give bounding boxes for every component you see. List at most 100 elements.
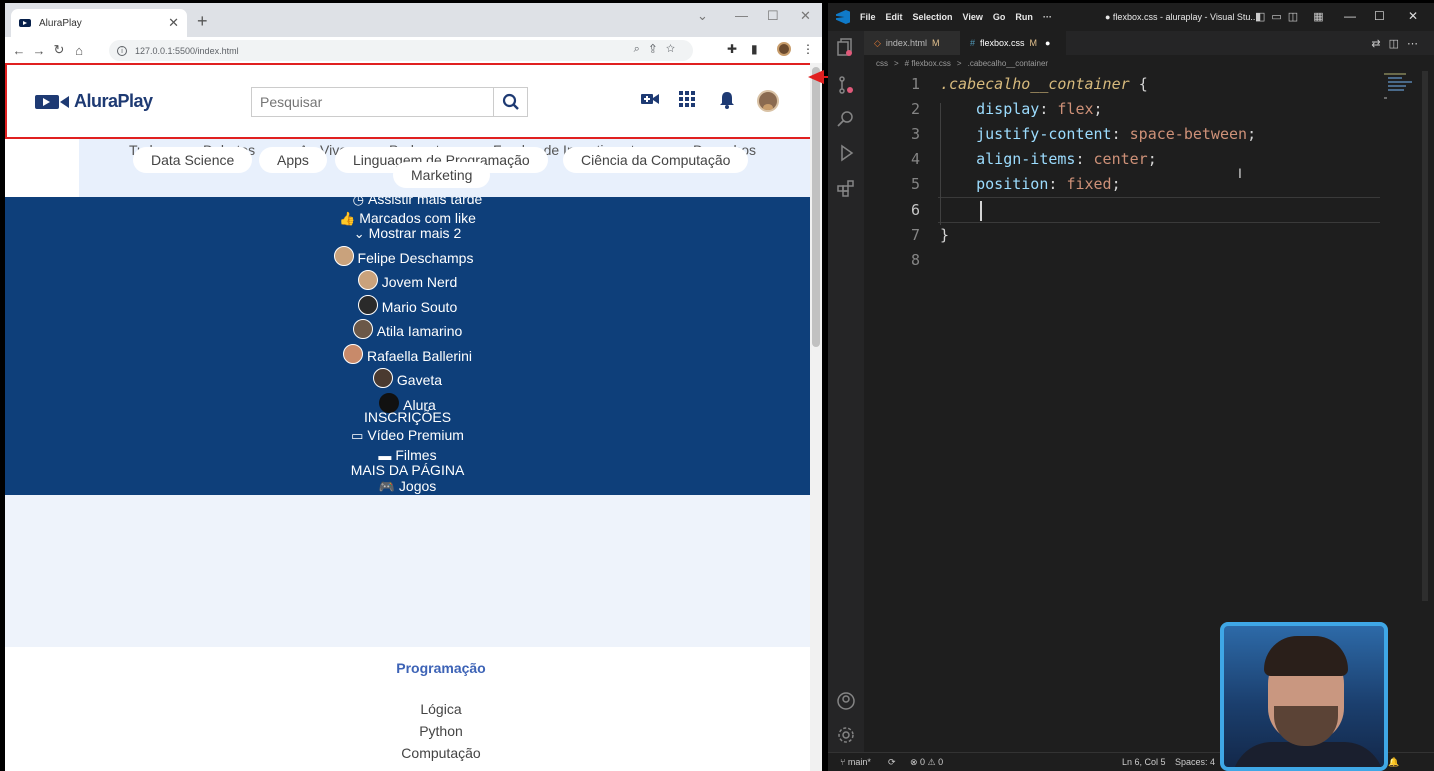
page-scrollbar[interactable]	[810, 63, 822, 771]
editor-scrollbar[interactable]	[1420, 71, 1434, 752]
category-chip[interactable]: Apps	[259, 147, 327, 173]
source-control-icon[interactable]	[836, 75, 856, 95]
sidebar-item-label: Vídeo Premium	[367, 427, 464, 443]
branch-indicator[interactable]: ⑂ main*	[840, 757, 871, 767]
vscode-maximize-icon[interactable]: ☐	[1374, 9, 1385, 23]
home-icon[interactable]: ⌂	[69, 43, 89, 58]
menu-file[interactable]: File	[860, 12, 876, 22]
sidebar-item-label: Jogos	[398, 478, 437, 494]
address-bar-icons[interactable]: ⌕⇪☆	[634, 43, 685, 56]
footer-link[interactable]: Lógica	[5, 701, 810, 717]
footer-link[interactable]: Computação	[5, 745, 810, 761]
reload-icon[interactable]: ↻	[49, 42, 69, 58]
address-bar[interactable]: i 127.0.0.1:5500/index.html ⌕⇪☆	[109, 40, 693, 61]
maximize-icon[interactable]: ☐	[767, 8, 779, 24]
close-window-icon[interactable]: ✕	[800, 8, 811, 24]
breadcrumb-item[interactable]: # flexbox.css	[905, 59, 951, 68]
tab-index-html[interactable]: ◇ index.html M	[864, 31, 960, 55]
scrollbar-thumb[interactable]	[812, 67, 820, 347]
channel-avatar	[333, 246, 354, 266]
new-tab-button[interactable]: +	[197, 11, 208, 32]
browser-tab-title: AluraPlay	[39, 17, 82, 29]
apps-grid-icon[interactable]	[679, 91, 695, 107]
footer-link[interactable]: Python	[5, 723, 810, 739]
accounts-icon[interactable]	[836, 691, 856, 711]
indentation[interactable]: Spaces: 4	[1175, 757, 1215, 767]
tab-search-chevron-icon[interactable]: ⌄	[697, 8, 708, 24]
run-debug-icon[interactable]	[836, 143, 856, 163]
minimize-icon[interactable]: —	[735, 8, 748, 23]
minimap[interactable]	[1380, 71, 1420, 131]
site-header: AluraPlay	[5, 63, 810, 139]
tab-modified-badge: M	[1029, 38, 1038, 48]
sync-icon[interactable]: ⟳	[888, 757, 896, 768]
code-line: display: flex;	[976, 100, 1103, 118]
sidebar-item-subscription[interactable]: Felipe Deschamps	[5, 246, 806, 266]
css-file-icon: #	[970, 38, 976, 48]
sidebar-item-subscription[interactable]: Rafaella Ballerini	[5, 344, 810, 364]
code-line: .cabecalho__container {	[940, 75, 1148, 93]
footer: Programação Lógica Python Computação	[5, 647, 810, 771]
search-button[interactable]	[493, 88, 527, 116]
open-brace: {	[1138, 75, 1148, 93]
menu-view[interactable]: View	[963, 12, 983, 22]
sidebar-item-subscription[interactable]: Atila Iamarino	[5, 319, 810, 339]
sidebar-item-subscription[interactable]: Mario Souto	[5, 295, 810, 315]
user-avatar[interactable]	[757, 90, 779, 112]
breadcrumb-separator: >	[956, 58, 962, 68]
line-number: 6	[910, 201, 920, 219]
tab-flexbox-css[interactable]: # flexbox.css M ●	[960, 31, 1066, 55]
channel-avatar	[357, 295, 378, 315]
editor-actions[interactable]: ⇄◫⋯	[1371, 37, 1426, 50]
browser-menu-icon[interactable]: ⋮	[802, 42, 814, 56]
back-icon[interactable]: ←	[9, 43, 29, 58]
site-info-icon[interactable]: i	[117, 45, 127, 56]
category-chip[interactable]: Ciência da Computação	[563, 147, 749, 173]
category-chip[interactable]: Marketing	[393, 162, 491, 188]
profile-avatar[interactable]	[777, 42, 791, 56]
bell-icon[interactable]	[719, 91, 735, 109]
breadcrumb-item[interactable]: css	[876, 59, 888, 68]
browser-toolbar: ← → ↻ ⌂ i 127.0.0.1:5500/index.html ⌕⇪☆ …	[5, 37, 822, 63]
explorer-icon[interactable]	[836, 37, 856, 57]
sidebar-item-subscription[interactable]: Jovem Nerd	[5, 270, 810, 290]
menu-run[interactable]: Run	[1015, 12, 1033, 22]
vscode-minimize-icon[interactable]: —	[1344, 9, 1356, 23]
tab-close-icon[interactable]: ✕	[168, 15, 179, 31]
sidebar-heading-subscriptions: INSCRIÇÕES	[363, 409, 452, 425]
sidebar-item-label: Mostrar mais 2	[368, 225, 462, 241]
unsaved-dot-icon[interactable]: ●	[1045, 38, 1050, 48]
category-chip[interactable]: Data Science	[133, 147, 253, 173]
search-icon[interactable]	[836, 109, 856, 129]
line-number: 4	[910, 150, 920, 168]
aluraplay-logo[interactable]: AluraPlay	[35, 91, 153, 112]
sidebar-item-watch-later[interactable]: ◷ Assistir mais tarde	[15, 197, 810, 208]
editor-scrollbar-thumb[interactable]	[1422, 71, 1428, 601]
add-video-icon[interactable]	[641, 91, 659, 107]
menu-go[interactable]: Go	[993, 12, 1006, 22]
extensions-icon[interactable]	[836, 179, 856, 199]
vscode-close-icon[interactable]: ✕	[1408, 9, 1418, 23]
forward-icon[interactable]: →	[29, 43, 49, 58]
breadcrumb-item[interactable]: .cabecalho__container	[968, 59, 1049, 68]
sidebar-item-label: Marcados com like	[359, 210, 476, 226]
sidebar-item-subscription[interactable]: Gaveta	[5, 368, 810, 388]
layout-toggle-icons[interactable]: ◧▭◫ ▦	[1255, 10, 1330, 23]
cursor-position[interactable]: Ln 6, Col 5	[1122, 757, 1166, 767]
menu-edit[interactable]: Edit	[886, 12, 903, 22]
css-value: flex	[1057, 100, 1094, 118]
sidebar-show-more[interactable]: ⌄ Mostrar mais 2	[5, 225, 810, 242]
menu-selection[interactable]: Selection	[913, 12, 953, 22]
sidebar-item-games[interactable]: 🎮 Jogos	[5, 478, 810, 495]
sidebar-item-movies[interactable]: ▬ Filmes	[5, 447, 810, 463]
browser-tab[interactable]: AluraPlay ✕	[11, 9, 187, 37]
notifications-bell-icon[interactable]: 🔔	[1388, 757, 1399, 768]
problems-indicator[interactable]: ⊗ 0 ⚠ 0	[910, 757, 943, 768]
side-panel-icon[interactable]: ▮	[751, 42, 758, 56]
sidebar-item-premium[interactable]: ▭ Vídeo Premium	[5, 427, 810, 444]
search-input[interactable]	[252, 88, 493, 116]
settings-gear-icon[interactable]	[836, 725, 856, 745]
sidebar-item-label: Mario Souto	[381, 299, 458, 315]
extensions-icon[interactable]: ✚	[727, 42, 737, 56]
menu-more[interactable]: ···	[1043, 12, 1052, 22]
